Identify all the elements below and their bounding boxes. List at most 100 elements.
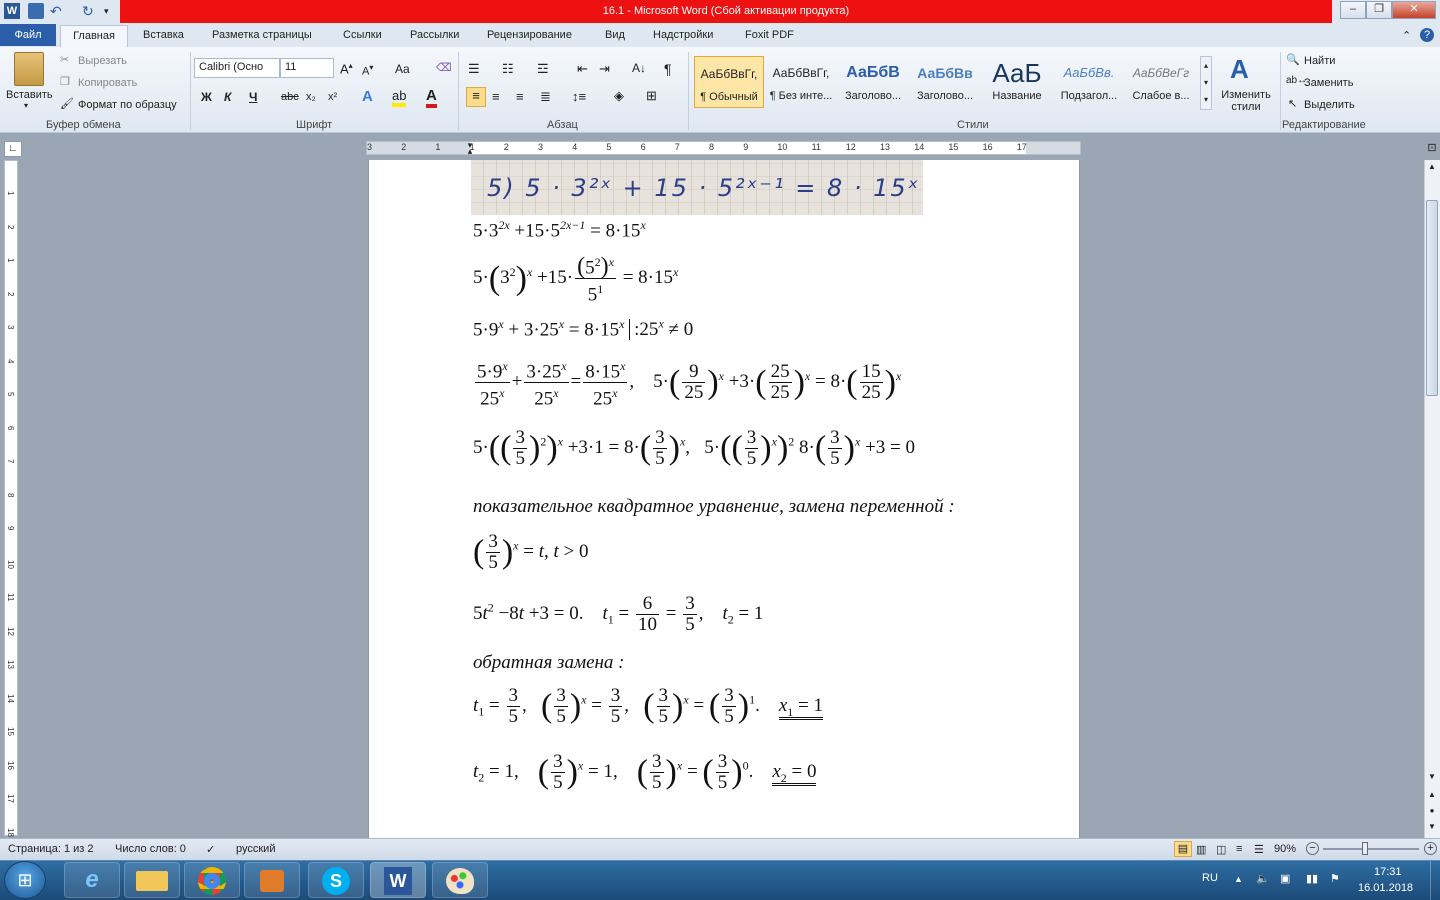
increase-indent-icon[interactable]: ⇥ [599,61,610,77]
word-app-icon[interactable]: W [4,3,20,19]
tab-file[interactable]: Файл [0,24,56,46]
zoom-level[interactable]: 90% [1274,843,1296,855]
sort-icon[interactable]: A↓ [632,61,646,75]
minimize-button[interactable]: – [1340,1,1366,19]
network-icon[interactable]: ▮▮ [1306,872,1318,885]
justify-icon[interactable]: ≣ [540,89,551,105]
print-layout-view-icon[interactable]: ▤ [1174,841,1192,857]
multilevel-list-icon[interactable]: ☲ [537,61,549,77]
style-heading-1[interactable]: АаБбВ Заголово... [838,56,908,108]
help-icon[interactable]: ? [1420,28,1434,42]
taskbar-media-player-icon[interactable] [244,862,300,898]
full-screen-view-icon[interactable]: ▥ [1196,843,1206,856]
bold-button[interactable]: Ж [201,90,212,104]
keyboard-layout[interactable]: RU [1202,872,1218,884]
tab-addins[interactable]: Надстройки [653,29,713,41]
numbering-icon[interactable]: ☷ [502,61,514,77]
text-effects-icon[interactable]: A [362,88,373,105]
align-left-icon[interactable]: ≡ [466,87,486,107]
tab-review[interactable]: Рецензирование [487,29,572,41]
style-subtitle[interactable]: АаБбВв. Подзагол... [1054,56,1124,108]
page-count[interactable]: Страница: 1 из 2 [8,843,94,855]
zoom-in-button[interactable]: + [1424,842,1437,855]
customize-qat-icon[interactable]: ▾ [104,3,120,19]
tab-references[interactable]: Ссылки [343,29,382,41]
zoom-slider[interactable] [1323,848,1419,850]
language-indicator[interactable]: русский [236,843,275,855]
show-desktop-button[interactable] [1430,861,1440,900]
font-color-icon[interactable]: A [426,87,437,108]
italic-button[interactable]: К [224,90,231,104]
action-center-icon[interactable]: ⚑ [1330,872,1340,885]
vertical-ruler[interactable]: 1212345678910111213141516171819 [4,160,18,870]
bullets-icon[interactable]: ☰ [468,61,480,77]
tab-view[interactable]: Вид [605,29,625,41]
zoom-slider-thumb[interactable] [1362,842,1368,855]
format-painter-button[interactable]: Формат по образцу [78,99,177,111]
taskbar-skype-icon[interactable]: S [308,862,364,898]
tab-selector[interactable]: ∟ [4,141,22,157]
browse-object-button[interactable]: ● [1426,806,1438,820]
find-icon[interactable]: 🔍 [1286,53,1302,69]
tab-home[interactable]: Главная [60,25,128,48]
grow-font-icon[interactable]: A▴ [340,61,353,76]
change-styles-icon[interactable]: A [1230,54,1249,85]
change-styles-button[interactable]: Изменить стили [1218,89,1274,113]
tray-app-icon[interactable]: ▣ [1280,872,1290,885]
highlight-icon[interactable]: ab [392,88,407,107]
clear-format-icon[interactable]: ⌫ [436,61,452,74]
clock-time[interactable]: 17:31 [1374,866,1402,878]
proofing-icon[interactable]: ✓ [206,843,215,856]
subscript-button[interactable]: x₂ [306,91,316,103]
horizontal-ruler[interactable]: 3 2 1 1 2 3 4 5 6 7 8 9 10 11 12 13 14 15 16 17 ▾ ▴ [366,141,1081,156]
close-button[interactable]: ✕ [1392,1,1436,19]
copy-icon[interactable]: ❐ [60,75,76,91]
tab-page-layout[interactable]: Разметка страницы [212,29,312,41]
word-count[interactable]: Число слов: 0 [115,843,186,855]
prev-page-button[interactable]: ▲ [1426,790,1438,804]
cut-button[interactable]: Вырезать [78,55,127,67]
show-marks-button[interactable]: ¶ [664,61,672,77]
ribbon-collapse-icon[interactable]: ⌃ [1402,29,1411,42]
styles-scroll[interactable]: ▴ ▾ ▾ [1200,56,1212,110]
line-spacing-icon[interactable]: ↕≡ [572,89,586,104]
paste-button[interactable]: Вставить [6,89,53,101]
outline-view-icon[interactable]: ≡ [1236,843,1242,855]
taskbar-word-icon[interactable]: W [370,862,426,898]
start-button[interactable]: ⊞ [4,861,46,899]
scroll-up-button[interactable]: ▲ [1426,162,1438,176]
paste-dropdown-icon[interactable]: ▾ [24,101,28,110]
draft-view-icon[interactable]: ☰ [1254,843,1264,856]
align-center-icon[interactable]: ≡ [492,89,500,104]
select-icon[interactable]: ↖ [1288,97,1304,113]
tray-expand-icon[interactable]: ▲ [1234,874,1243,884]
tab-mailings[interactable]: Рассылки [410,29,459,41]
find-button[interactable]: Найти [1304,55,1335,67]
format-painter-icon[interactable]: 🖌 [60,97,76,113]
paste-icon[interactable] [14,52,44,86]
replace-button[interactable]: Заменить [1304,77,1353,89]
style-subtle-emphasis[interactable]: АаБбВеГг Слабое в... [1126,56,1196,108]
tab-insert[interactable]: Вставка [143,29,184,41]
align-right-icon[interactable]: ≡ [516,89,524,104]
taskbar-ie-icon[interactable]: e [64,862,120,898]
style-normal[interactable]: АаБбВвГг, ¶ Обычный [694,56,764,108]
shrink-font-icon[interactable]: A▾ [362,63,373,78]
document-page[interactable]: 5) 5 · 3²ˣ + 15 · 5²ˣ⁻¹ = 8 · 15ˣ 5·32x … [368,160,1080,838]
select-button[interactable]: Выделить [1304,99,1355,111]
view-ruler-icon[interactable]: ⊡ [1424,141,1440,159]
cut-icon[interactable]: ✂ [60,53,76,69]
next-page-button[interactable]: ▼ [1426,822,1438,836]
taskbar-chrome-icon[interactable] [184,862,240,898]
volume-icon[interactable]: 🔈 [1256,872,1270,885]
scroll-thumb[interactable] [1426,200,1438,396]
font-size-combo[interactable]: 11 [280,58,334,78]
change-case-button[interactable]: Aa [395,62,410,76]
copy-button[interactable]: Копировать [78,77,137,89]
replace-icon[interactable]: ab↔ [1286,75,1307,91]
save-icon[interactable] [28,3,44,19]
tab-foxit[interactable]: Foxit PDF [745,29,794,41]
decrease-indent-icon[interactable]: ⇤ [577,61,588,77]
font-name-combo[interactable]: Calibri (Осно [194,58,280,78]
superscript-button[interactable]: x² [328,91,337,103]
